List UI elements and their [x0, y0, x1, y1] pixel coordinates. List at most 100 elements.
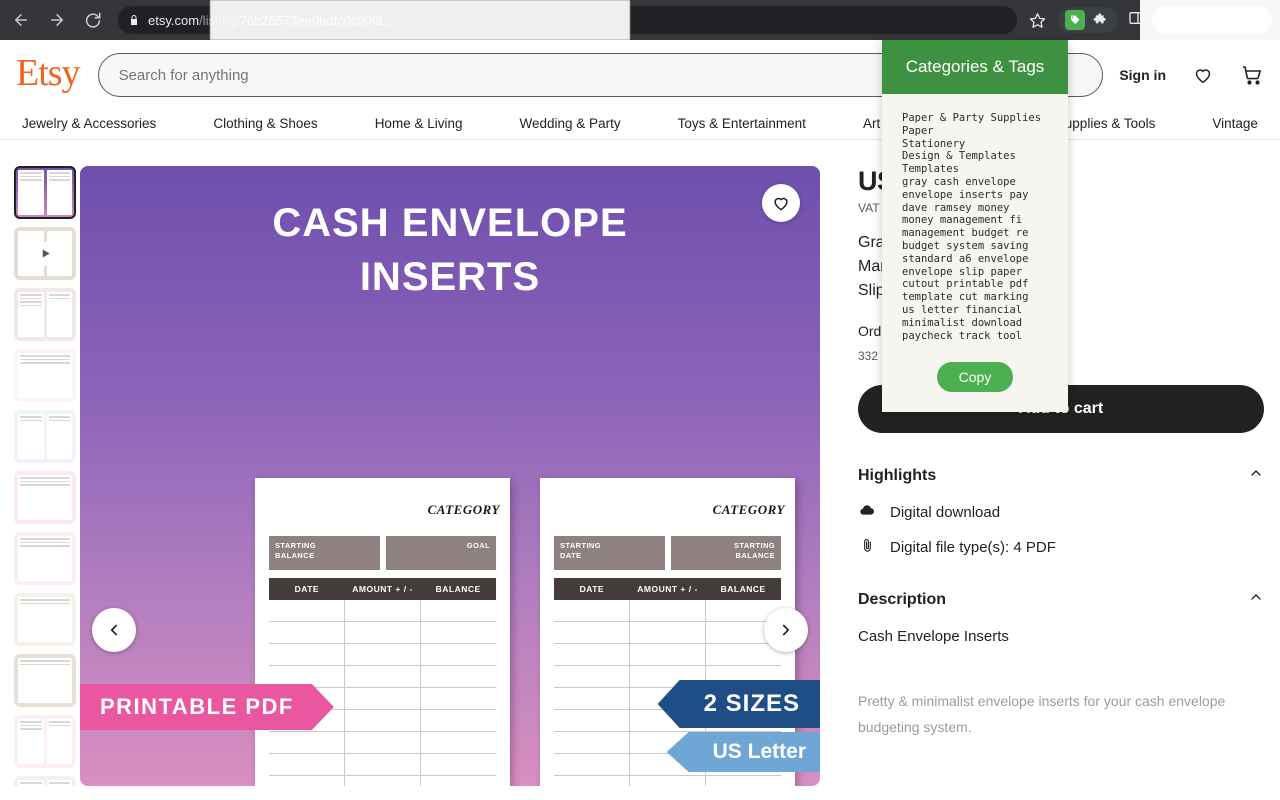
tag-extension-icon — [1065, 10, 1085, 30]
browser-toolbar: etsy.com/listing/76b26573ee0bdfc0c90fd..… — [0, 0, 1280, 40]
table-row — [554, 644, 781, 666]
popup-footer: Copy — [882, 352, 1068, 412]
insert-sheet-left: CATEGORY STARTING BALANCE GOAL DATE AMOUN… — [255, 478, 510, 786]
forward-arrow-icon — [51, 14, 63, 26]
thumbnail-0[interactable] — [14, 166, 76, 219]
nav-item-3[interactable]: Wedding & Party — [520, 116, 621, 131]
starting-balance-box: STARTING BALANCE — [269, 536, 380, 570]
sheet-category-label-left: CATEGORY — [427, 502, 500, 517]
badge-printable-pdf: PRINTABLE PDF — [80, 684, 334, 730]
starting-balance-box-right: STARTING BALANCE — [670, 536, 781, 570]
tag-line-11: standard a6 envelope — [902, 252, 1029, 265]
thumbnail-3[interactable] — [14, 349, 76, 402]
tag-line-6: envelope inserts pay — [902, 188, 1029, 201]
tag-line-13: cutout printable pdf — [902, 278, 1029, 291]
tag-line-16: minimalist download — [902, 316, 1023, 329]
thumbnail-6[interactable] — [14, 532, 76, 585]
table-row — [554, 600, 781, 622]
thumbnail-1-video[interactable] — [14, 227, 76, 280]
bookmark-star-icon[interactable] — [1025, 12, 1050, 29]
tag-line-15: us letter financial — [902, 303, 1023, 316]
nav-item-7[interactable]: Vintage — [1212, 116, 1258, 131]
thumbnail-9[interactable] — [14, 715, 76, 768]
nav-item-0[interactable]: Jewelry & Accessories — [22, 116, 156, 131]
highlight-row-0: Digital download — [858, 502, 1264, 522]
tag-line-7: dave ramsey money — [902, 201, 1010, 214]
product-hero-image[interactable]: CASH ENVELOPE INSERTS CATEGORY STARTING B… — [80, 166, 820, 786]
reload-button[interactable] — [78, 5, 108, 35]
col-balance: BALANCE — [435, 584, 481, 594]
sheet-right-table-header: DATE AMOUNT + / - BALANCE — [554, 578, 781, 600]
nav-item-4[interactable]: Toys & Entertainment — [678, 116, 806, 131]
url-redaction-overlay — [210, 0, 630, 40]
chevron-up-icon-description[interactable] — [1248, 589, 1264, 610]
cart-icon[interactable] — [1240, 63, 1264, 87]
back-arrow-icon — [15, 14, 27, 26]
sheet-category-label-right: CATEGORY — [712, 502, 785, 517]
omnibox-actions — [1025, 7, 1152, 33]
video-play-overlay[interactable] — [14, 227, 76, 280]
badge-us-letter: US Letter — [666, 732, 820, 772]
etsy-header: Etsy Sign in — [0, 40, 1280, 110]
url-domain: etsy.com — [148, 12, 200, 28]
chevron-left-icon — [110, 624, 118, 636]
thumbnail-5[interactable] — [14, 471, 76, 524]
forward-button[interactable] — [42, 5, 72, 35]
wishlist-button[interactable] — [762, 184, 800, 222]
highlight-label-0: Digital download — [890, 503, 1001, 521]
gallery-next-button[interactable] — [764, 608, 808, 652]
col-date: DATE — [579, 584, 605, 594]
hero-title: CASH ENVELOPE INSERTS — [80, 196, 820, 304]
popup-title: Categories & Tags — [882, 40, 1068, 94]
tag-line-10: budget system saving — [902, 239, 1029, 252]
title-line-3-left: Slip — [858, 282, 885, 299]
favorites-heart-icon[interactable] — [1192, 64, 1214, 86]
sign-in-link[interactable]: Sign in — [1119, 67, 1166, 83]
highlights-title: Highlights — [858, 466, 937, 484]
tag-line-1: Paper — [902, 124, 934, 137]
table-row — [269, 754, 496, 776]
categories-and-tags-popup: Categories & Tags Paper & Party Supplies… — [882, 40, 1068, 413]
profile-redaction-overlay — [1140, 0, 1280, 40]
tag-extension-button[interactable] — [1064, 9, 1086, 31]
heart-outline-icon — [774, 197, 788, 211]
thumbnail-2[interactable] — [14, 288, 76, 341]
nav-item-1[interactable]: Clothing & Shoes — [213, 116, 317, 131]
tag-line-17: paycheck track tool — [902, 329, 1023, 342]
back-button[interactable] — [6, 5, 36, 35]
col-amount: AMOUNT + / - — [637, 584, 698, 594]
thumbnail-10[interactable] — [14, 776, 76, 786]
header-actions: Sign in — [1119, 63, 1264, 87]
nav-item-2[interactable]: Home & Living — [375, 116, 463, 131]
cloud-download-icon — [858, 502, 876, 522]
badge-2-sizes: 2 SIZES — [657, 680, 820, 728]
tag-line-9: management budget re — [902, 227, 1029, 240]
highlights-section-header[interactable]: Highlights — [858, 465, 1264, 486]
chevron-right-icon — [782, 624, 790, 636]
tag-line-0: Paper & Party Supplies — [902, 112, 1042, 124]
highlight-row-1: Digital file type(s): 4 PDF — [858, 538, 1264, 557]
table-row — [554, 776, 781, 786]
chevron-up-icon-highlights[interactable] — [1248, 465, 1264, 486]
thumbnail-8[interactable] — [14, 654, 76, 707]
table-row — [554, 622, 781, 644]
tag-line-2: Stationery — [902, 137, 966, 150]
highlight-label-1: Digital file type(s): 4 PDF — [890, 539, 1056, 556]
tag-line-4: Templates — [902, 163, 959, 176]
gallery-prev-button[interactable] — [92, 608, 136, 652]
description-section-header[interactable]: Description — [858, 589, 1264, 610]
tag-line-5: gray cash envelope — [902, 175, 1016, 188]
description-title: Description — [858, 590, 947, 608]
sheet-right-boxes: STARTING DATE STARTING BALANCE — [554, 536, 781, 570]
col-balance: BALANCE — [720, 584, 766, 594]
thumbnail-7[interactable] — [14, 593, 76, 646]
tag-line-8: money management fi — [902, 214, 1023, 227]
starting-date-box: STARTING DATE — [554, 536, 665, 570]
etsy-logo[interactable]: Etsy — [16, 54, 81, 96]
copy-button[interactable]: Copy — [936, 362, 1014, 393]
paperclip-icon — [858, 538, 876, 557]
thumbnail-4[interactable] — [14, 410, 76, 463]
col-amount: AMOUNT + / - — [352, 584, 413, 594]
tag-line-12: envelope slip paper — [902, 265, 1023, 278]
extensions-button[interactable] — [1090, 9, 1112, 31]
